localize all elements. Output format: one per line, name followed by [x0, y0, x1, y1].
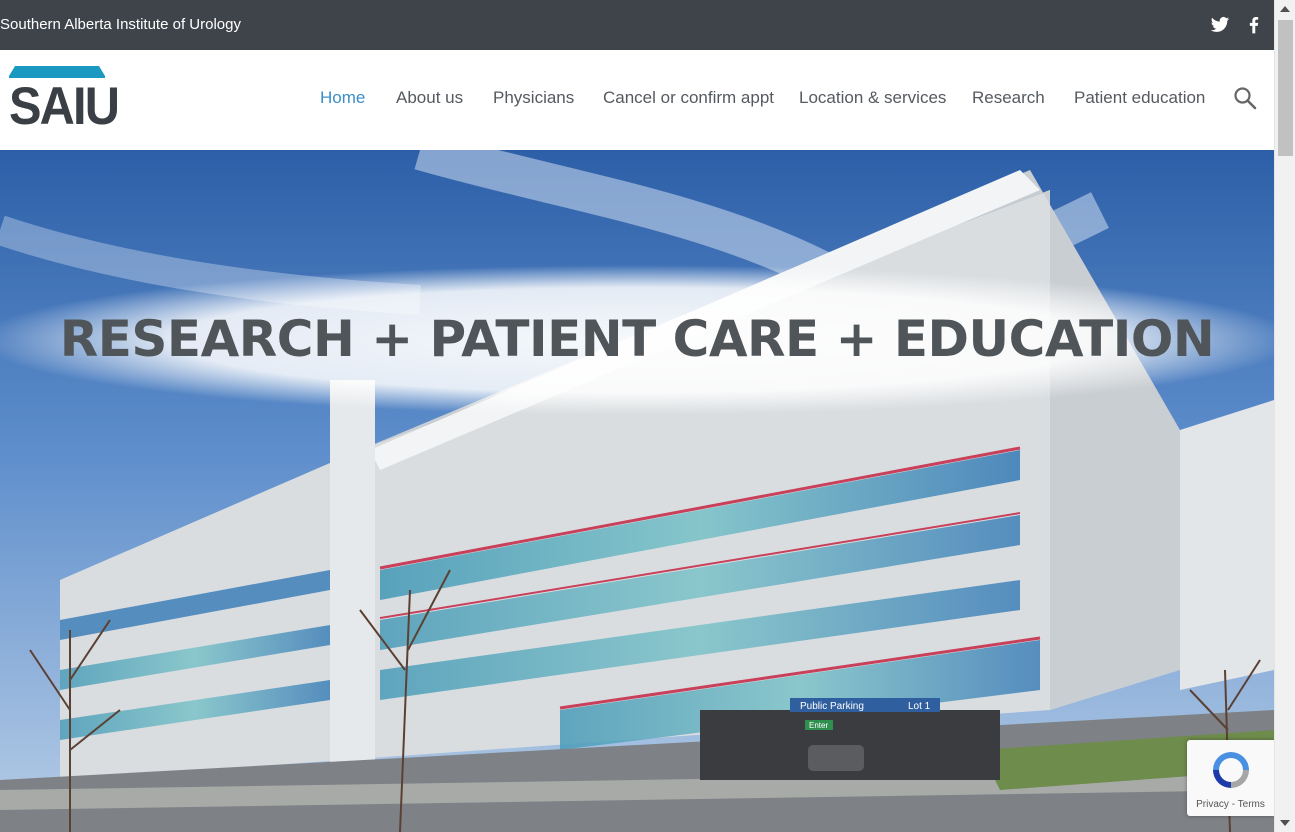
hero-building-image: Public Parking Lot 1 Enter [0, 150, 1274, 832]
facebook-icon[interactable] [1244, 15, 1264, 35]
nav-item-about-us[interactable]: About us [396, 88, 463, 108]
nav-item-research[interactable]: Research [972, 88, 1045, 108]
nav-item-patient-education[interactable]: Patient education [1074, 88, 1205, 108]
main-nav: Home About us Physicians Cancel or confi… [0, 88, 1274, 112]
twitter-icon[interactable] [1210, 15, 1230, 35]
parking-sign-text: Public Parking [800, 701, 864, 712]
nav-item-location-services[interactable]: Location & services [799, 88, 946, 108]
recaptcha-badge[interactable]: Privacy - Terms [1187, 740, 1274, 816]
scroll-down-arrow-icon[interactable] [1280, 820, 1290, 826]
page-viewport: Southern Alberta Institute of Urology SA… [0, 0, 1274, 832]
nav-item-home[interactable]: Home [320, 88, 365, 108]
scroll-up-arrow-icon[interactable] [1280, 6, 1290, 12]
scrollbar-thumb[interactable] [1278, 20, 1293, 156]
nav-item-physicians[interactable]: Physicians [493, 88, 574, 108]
nav-item-cancel-or-confirm-appt[interactable]: Cancel or confirm appt [603, 88, 774, 108]
hero-banner: Public Parking Lot 1 Enter RESEARCH + PA… [0, 150, 1274, 832]
recaptcha-links[interactable]: Privacy - Terms [1187, 799, 1274, 810]
search-icon[interactable] [1233, 86, 1257, 110]
hero-headline: RESEARCH + PATIENT CARE + EDUCATION [59, 310, 1215, 368]
parking-enter-text: Enter [809, 721, 828, 730]
site-name[interactable]: Southern Alberta Institute of Urology [0, 16, 241, 33]
parking-lot-text: Lot 1 [908, 701, 931, 712]
top-bar: Southern Alberta Institute of Urology [0, 0, 1274, 50]
site-header: SAIU Home About us Physicians Cancel or … [0, 50, 1274, 150]
social-links [1210, 15, 1264, 35]
vertical-scrollbar[interactable] [1274, 0, 1295, 832]
recaptcha-icon [1213, 752, 1249, 788]
